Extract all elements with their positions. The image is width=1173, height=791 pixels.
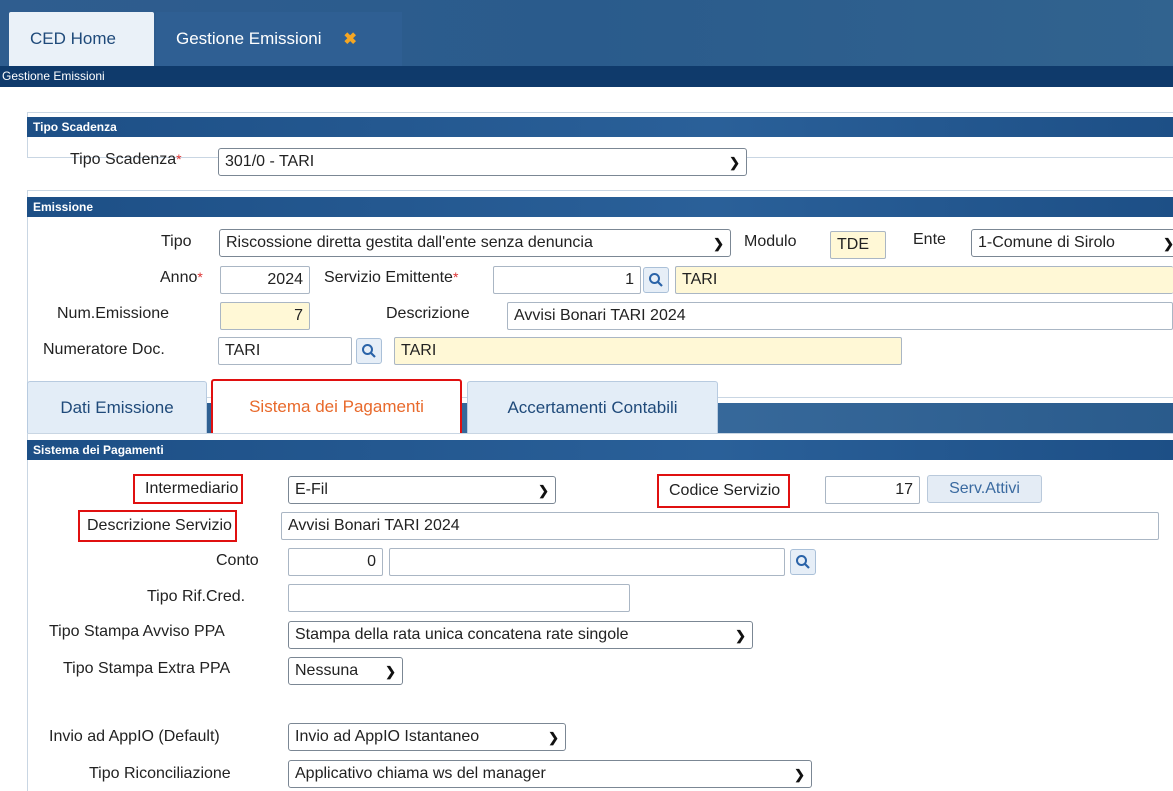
chevron-down-icon: ❯	[1163, 236, 1173, 251]
modulo-field[interactable]: TDE	[830, 231, 886, 259]
tab-dati-emissione[interactable]: Dati Emissione	[27, 381, 207, 433]
tipo-scadenza-header: Tipo Scadenza	[27, 117, 1173, 137]
invio-appio-label: Invio ad AppIO (Default)	[49, 728, 220, 745]
tipo-select[interactable]: Riscossione diretta gestita dall'ente se…	[219, 229, 731, 257]
close-icon[interactable]: ✖	[344, 29, 357, 49]
invio-appio-select[interactable]: Invio ad AppIO Istantaneo ❯	[288, 723, 566, 751]
search-icon[interactable]	[790, 549, 816, 575]
tipo-scadenza-select[interactable]: 301/0 - TARI ❯	[218, 148, 747, 176]
anno-label: Anno*	[160, 269, 203, 286]
chevron-down-icon: ❯	[794, 767, 805, 782]
tipo-stampa-extra-label: Tipo Stampa Extra PPA	[63, 660, 231, 677]
chevron-down-icon: ❯	[729, 155, 740, 170]
descrizione-servizio-field[interactable]: Avvisi Bonari TARI 2024	[281, 512, 1159, 540]
num-emissione-field[interactable]: 7	[220, 302, 310, 330]
serv-attivi-button[interactable]: Serv.Attivi	[927, 475, 1042, 503]
intermediario-label: Intermediario	[133, 474, 244, 504]
conto-desc-field[interactable]	[389, 548, 785, 576]
chevron-down-icon: ❯	[735, 628, 746, 643]
conto-label: Conto	[216, 552, 259, 569]
codice-servizio-label: Codice Servizio	[657, 474, 791, 508]
conto-field[interactable]: 0	[288, 548, 383, 576]
chevron-down-icon: ❯	[385, 664, 396, 679]
chevron-down-icon: ❯	[713, 236, 724, 251]
descrizione-servizio-label: Descrizione Servizio	[78, 510, 237, 542]
tipo-rif-cred-field[interactable]	[288, 584, 630, 612]
modulo-label: Modulo	[744, 233, 797, 250]
emissione-panel	[27, 190, 1173, 398]
chevron-down-icon: ❯	[548, 730, 559, 745]
tipo-stampa-extra-select[interactable]: Nessuna ❯	[288, 657, 403, 685]
intermediario-select[interactable]: E-Fil ❯	[288, 476, 556, 504]
emissione-header: Emissione	[27, 197, 1173, 217]
search-icon[interactable]	[643, 267, 669, 293]
descrizione-label: Descrizione	[386, 305, 470, 322]
descrizione-field[interactable]: Avvisi Bonari TARI 2024	[507, 302, 1173, 330]
tipo-label: Tipo	[161, 233, 192, 250]
tipo-stampa-ppa-select[interactable]: Stampa della rata unica concatena rate s…	[288, 621, 753, 649]
numeratore-desc-field: TARI	[394, 337, 902, 365]
numeratore-code-field[interactable]: TARI	[218, 337, 352, 365]
anno-field[interactable]: 2024	[220, 266, 310, 294]
tab-gestione-emissioni[interactable]: Gestione Emissioni ✖	[156, 12, 402, 66]
tipo-riconciliazione-select[interactable]: Applicativo chiama ws del manager ❯	[288, 760, 812, 788]
tipo-rif-cred-label: Tipo Rif.Cred.	[147, 588, 246, 605]
tab-label: Gestione Emissioni	[176, 29, 322, 48]
tab-ced-home[interactable]: CED Home	[9, 12, 154, 66]
breadcrumb: Gestione Emissioni	[0, 66, 1173, 87]
tab-label: CED Home	[30, 29, 116, 48]
search-icon[interactable]	[356, 338, 382, 364]
pagamenti-header: Sistema dei Pagamenti	[27, 440, 1173, 460]
servizio-emittente-label: Servizio Emittente*	[324, 269, 459, 286]
ente-label: Ente	[913, 231, 946, 248]
chevron-down-icon: ❯	[538, 483, 549, 498]
tab-sistema-pagamenti[interactable]: Sistema dei Pagamenti	[211, 379, 462, 435]
tipo-scadenza-label: Tipo Scadenza*	[70, 151, 182, 168]
ente-select[interactable]: 1-Comune di Sirolo ❯	[971, 229, 1173, 257]
tab-accertamenti-contabili[interactable]: Accertamenti Contabili	[467, 381, 718, 433]
servizio-code-field[interactable]: 1	[493, 266, 641, 294]
num-emissione-label: Num.Emissione	[57, 305, 170, 322]
tipo-stampa-ppa-label: Tipo Stampa Avviso PPA	[49, 623, 225, 640]
numeratore-doc-label: Numeratore Doc.	[43, 341, 165, 358]
tipo-riconciliazione-label: Tipo Riconciliazione	[89, 765, 231, 782]
codice-servizio-field[interactable]: 17	[825, 476, 920, 504]
servizio-desc-field: TARI	[675, 266, 1173, 294]
